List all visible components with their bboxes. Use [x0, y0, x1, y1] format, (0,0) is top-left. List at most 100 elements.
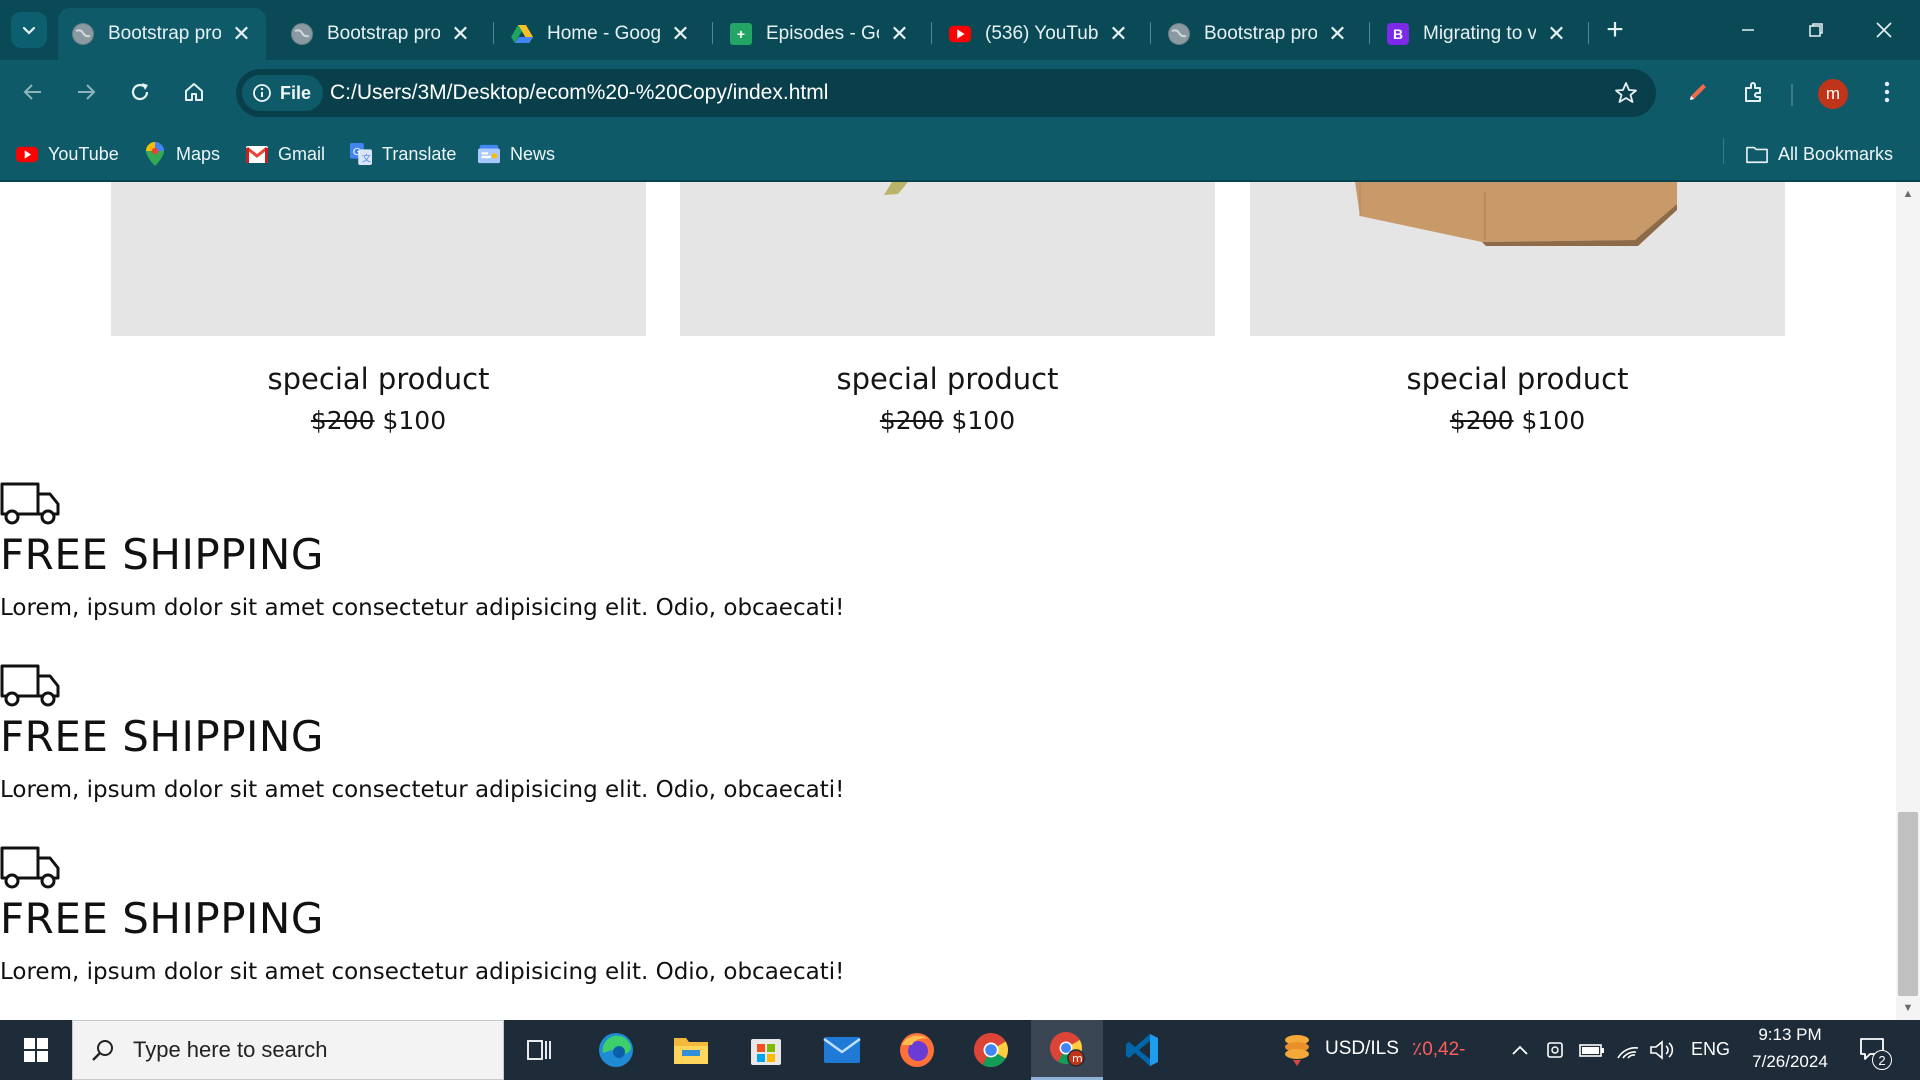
taskbar-store[interactable]	[730, 1020, 802, 1080]
start-button[interactable]	[0, 1020, 72, 1080]
close-tab-icon[interactable]: ✕	[1546, 21, 1567, 47]
tab-bootstrap-2[interactable]: Bootstrap pro ✕	[277, 8, 485, 60]
product-image[interactable]	[111, 182, 646, 336]
youtube-icon	[949, 23, 971, 45]
firefox-icon	[900, 1033, 934, 1067]
taskbar-chrome[interactable]	[955, 1020, 1027, 1080]
vscode-icon	[1126, 1034, 1158, 1066]
battery-icon[interactable]	[1578, 1036, 1606, 1064]
product-card[interactable]: special product $200 $100	[1250, 182, 1785, 435]
taskbar-vscode[interactable]	[1106, 1020, 1178, 1080]
all-bookmarks-label: All Bookmarks	[1778, 143, 1894, 164]
taskbar-mail[interactable]	[806, 1020, 878, 1080]
svg-text:G: G	[353, 147, 361, 158]
product-name: special product	[1406, 362, 1629, 396]
taskbar-file-explorer[interactable]	[655, 1020, 727, 1080]
news-icon	[478, 143, 500, 165]
folder-icon	[1746, 143, 1768, 165]
scroll-down-arrow-icon[interactable]: ▼	[1900, 1000, 1916, 1016]
close-icon	[1876, 22, 1892, 38]
close-window-button[interactable]	[1850, 0, 1918, 60]
globe-icon	[1168, 23, 1190, 45]
tab-bootstrap-migrating[interactable]: B Migrating to v ✕	[1373, 8, 1581, 60]
ticker-value: ٪0,42-	[1412, 1039, 1466, 1060]
taskbar-edge[interactable]	[580, 1020, 652, 1080]
bookmark-maps[interactable]: Maps	[144, 138, 220, 170]
tab-title: Episodes - Go	[766, 23, 879, 44]
minimize-button[interactable]	[1714, 0, 1782, 60]
google-sheets-icon: +	[730, 23, 752, 45]
bookmark-youtube[interactable]: YouTube	[16, 138, 119, 170]
taskbar-search-box[interactable]: Type here to search	[72, 1020, 504, 1080]
clock-date[interactable]: 7/26/2024	[1740, 1052, 1840, 1072]
volume-icon[interactable]	[1648, 1036, 1676, 1064]
product-image[interactable]	[680, 182, 1215, 336]
back-button[interactable]	[13, 72, 53, 112]
extensions-button[interactable]	[1734, 72, 1774, 112]
feature-description: Lorem, ipsum dolor sit amet consectetur …	[0, 595, 845, 621]
tab-google-drive[interactable]: Home - Googl ✕	[497, 8, 705, 60]
truck-icon	[0, 482, 60, 525]
chevron-up-icon[interactable]	[1506, 1036, 1534, 1064]
reload-button[interactable]	[120, 72, 160, 112]
coins-icon[interactable]	[1278, 1032, 1316, 1068]
tab-youtube[interactable]: (536) YouTube ✕	[935, 8, 1143, 60]
file-explorer-icon	[674, 1038, 708, 1064]
url-text[interactable]: C:/Users/3M/Desktop/ecom%20-%20Copy/inde…	[330, 81, 828, 105]
pen-icon	[1690, 84, 1706, 100]
close-tab-icon[interactable]: ✕	[670, 21, 691, 47]
close-tab-icon[interactable]: ✕	[1327, 21, 1348, 47]
more-vertical-icon	[1884, 81, 1890, 103]
bookmark-label: Maps	[176, 143, 221, 164]
scroll-up-arrow-icon[interactable]: ▲	[1900, 186, 1916, 202]
close-tab-icon[interactable]: ✕	[889, 21, 910, 47]
truck-icon	[0, 846, 60, 889]
chrome-profile-icon: m	[1050, 1031, 1085, 1067]
tab-bootstrap-3[interactable]: Bootstrap pro ✕	[1154, 8, 1362, 60]
all-bookmarks-button[interactable]: All Bookmarks	[1746, 138, 1893, 170]
new-tab-button[interactable]: +	[1597, 12, 1633, 48]
chevron-down-icon	[22, 26, 36, 35]
globe-icon	[291, 23, 313, 45]
bookmark-translate[interactable]: G文 Translate	[350, 138, 456, 170]
bookmark-news[interactable]: News	[478, 138, 555, 170]
scrollbar-thumb[interactable]	[1898, 812, 1918, 996]
arrow-right-icon	[78, 84, 96, 100]
home-button[interactable]	[174, 72, 214, 112]
bookmark-label: Translate	[382, 143, 457, 164]
tab-google-sheets[interactable]: + Episodes - Go ✕	[716, 8, 924, 60]
product-card[interactable]: special product $200 $100	[111, 182, 646, 435]
task-view-button[interactable]	[504, 1020, 576, 1080]
product-new-price: $100	[1521, 406, 1586, 435]
close-tab-icon[interactable]: ✕	[450, 21, 471, 47]
clock-time[interactable]: 9:13 PM	[1753, 1025, 1827, 1045]
product-price: $200 $100	[111, 406, 646, 435]
site-info-chip[interactable]: File	[242, 75, 324, 111]
taskbar-firefox[interactable]	[881, 1020, 953, 1080]
tab-search-button[interactable]	[11, 12, 47, 48]
bookmark-gmail[interactable]: Gmail	[246, 138, 325, 170]
product-photo	[1355, 182, 1677, 246]
wifi-icon[interactable]	[1614, 1036, 1642, 1064]
address-bar[interactable]: File C:/Users/3M/Desktop/ecom%20-%20Copy…	[236, 69, 1656, 117]
close-tab-icon[interactable]: ✕	[1108, 21, 1129, 47]
svg-text:文: 文	[362, 152, 371, 164]
tab-bootstrap-1[interactable]: Bootstrap pro ✕	[58, 8, 266, 60]
globe-icon	[72, 23, 94, 45]
tab-title: Bootstrap pro	[108, 23, 221, 44]
restore-button[interactable]	[1782, 0, 1850, 60]
meet-now-icon[interactable]	[1542, 1036, 1570, 1064]
profile-avatar[interactable]: m	[1818, 79, 1848, 109]
close-tab-icon[interactable]: ✕	[231, 21, 252, 47]
taskbar-chrome-profile[interactable]: m	[1031, 1020, 1103, 1080]
tab-title: (536) YouTube	[985, 23, 1098, 44]
language-indicator[interactable]: ENG	[1691, 1039, 1730, 1060]
product-image[interactable]	[1250, 182, 1785, 336]
product-card[interactable]: special product $200 $100	[680, 182, 1215, 435]
bookmark-star-button[interactable]	[1610, 77, 1642, 109]
pen-extension-button[interactable]	[1678, 72, 1718, 112]
browser-menu-button[interactable]	[1867, 72, 1907, 112]
ticker-label[interactable]: USD/ILS	[1325, 1038, 1399, 1060]
truck-icon	[0, 664, 60, 707]
forward-button[interactable]	[66, 72, 106, 112]
